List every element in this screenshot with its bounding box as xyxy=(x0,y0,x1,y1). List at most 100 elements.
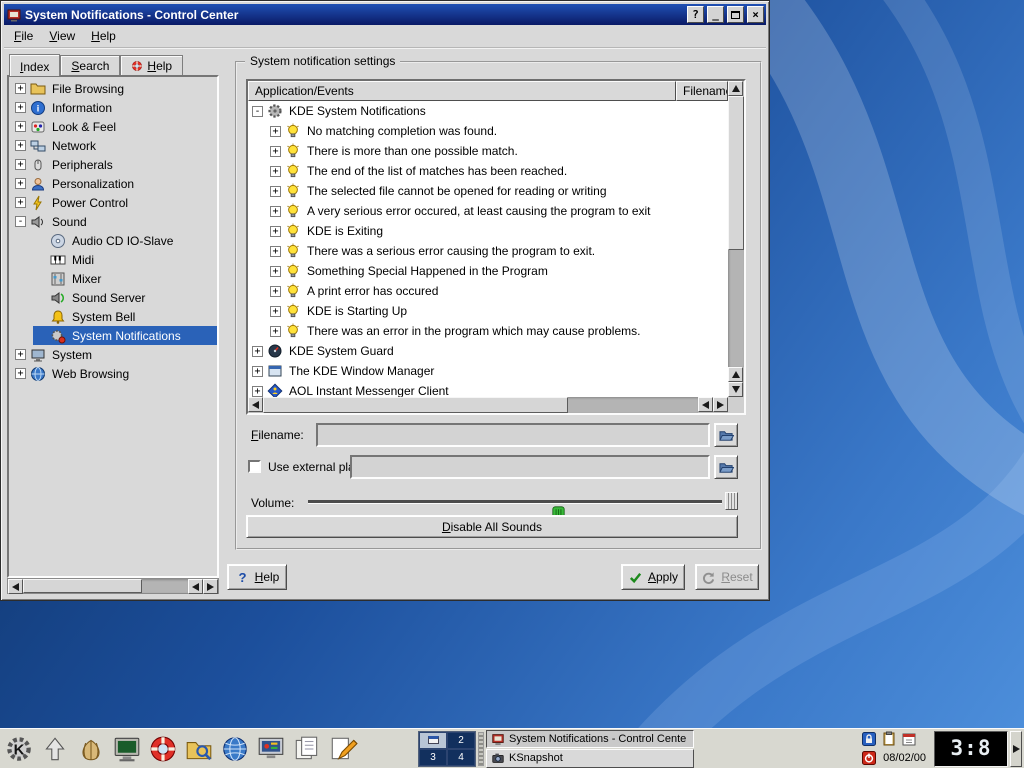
task-button-system-notifications-control-cente[interactable]: System Notifications - Control Cente xyxy=(486,730,694,749)
kcc-launcher-button[interactable] xyxy=(254,731,288,767)
pager-desktop-2[interactable]: 2 xyxy=(447,732,475,749)
tab-index[interactable]: Index xyxy=(9,54,60,76)
sidebar-item-peripherals[interactable]: +Peripherals xyxy=(9,155,217,174)
expand-icon[interactable]: + xyxy=(270,126,281,137)
external-player-browse-button[interactable] xyxy=(714,455,738,479)
context-help-button[interactable]: ? xyxy=(687,6,704,23)
scroll-down-button[interactable] xyxy=(728,382,743,397)
pager-desktop-1[interactable] xyxy=(419,732,447,749)
sidebar-item-system[interactable]: +System xyxy=(9,345,217,364)
tab-help[interactable]: Help xyxy=(120,55,183,75)
event-item-no-matching-completion-was-found[interactable]: +No matching completion was found. xyxy=(248,121,728,141)
sidebar-item-sound[interactable]: -Sound xyxy=(9,212,217,231)
scrollbar-track[interactable] xyxy=(23,579,188,593)
expand-icon[interactable]: + xyxy=(270,166,281,177)
list-vertical-scrollbar[interactable] xyxy=(728,81,744,397)
scroll-left-button[interactable] xyxy=(8,579,23,594)
expand-icon[interactable]: + xyxy=(270,326,281,337)
sidebar-item-audio-cd-io-slave[interactable]: Audio CD IO-Slave xyxy=(9,231,217,250)
scrollbar-track[interactable] xyxy=(263,397,698,413)
expand-icon[interactable]: + xyxy=(270,226,281,237)
scrollbar-track[interactable] xyxy=(728,96,744,367)
event-item-kde-is-starting-up[interactable]: +KDE is Starting Up xyxy=(248,301,728,321)
sidebar-item-midi[interactable]: Midi xyxy=(9,250,217,269)
konsole-launcher-button[interactable] xyxy=(74,731,108,767)
sidebar-item-look-feel[interactable]: +Look & Feel xyxy=(9,117,217,136)
list-horizontal-scrollbar[interactable] xyxy=(248,397,728,413)
scroll-up-button-2[interactable] xyxy=(728,367,743,382)
kmenu-launcher-button[interactable]: K xyxy=(2,731,36,767)
app-item-kde-system-notifications[interactable]: -KDE System Notifications xyxy=(248,101,728,121)
task-button-ksnapshot[interactable]: KSnapshot xyxy=(486,749,694,768)
scrollbar-thumb[interactable] xyxy=(728,96,744,250)
expand-icon[interactable]: + xyxy=(15,159,26,170)
menu-view[interactable]: View xyxy=(41,26,83,46)
scroll-right-button[interactable] xyxy=(203,579,218,594)
lock-tray-button[interactable] xyxy=(860,730,878,748)
column-filename[interactable]: Filename xyxy=(676,81,728,101)
sidebar-item-information[interactable]: +iInformation xyxy=(9,98,217,117)
event-item-something-special-happened-in-the-program[interactable]: +Something Special Happened in the Progr… xyxy=(248,261,728,281)
scroll-right-button[interactable] xyxy=(713,397,728,412)
event-item-there-is-more-than-one-possible-match[interactable]: +There is more than one possible match. xyxy=(248,141,728,161)
scroll-left-button-2[interactable] xyxy=(188,579,203,594)
expand-icon[interactable]: + xyxy=(15,102,26,113)
scroll-left-button-2[interactable] xyxy=(698,397,713,412)
scroll-up-button[interactable] xyxy=(728,81,743,96)
klipper-tray-button[interactable] xyxy=(880,730,898,748)
event-item-a-very-serious-error-occured-at-least-causing-the-program-to-exit[interactable]: +A very serious error occured, at least … xyxy=(248,201,728,221)
event-item-a-print-error-has-occured[interactable]: +A print error has occured xyxy=(248,281,728,301)
app-item-the-kde-window-manager[interactable]: +The KDE Window Manager xyxy=(248,361,728,381)
expand-icon[interactable]: + xyxy=(252,366,263,377)
apply-button[interactable]: Apply xyxy=(621,564,685,590)
filename-browse-button[interactable] xyxy=(714,423,738,447)
volume-slider-handle[interactable] xyxy=(725,492,738,510)
event-item-kde-is-exiting[interactable]: +KDE is Exiting xyxy=(248,221,728,241)
terminal-launcher-button[interactable] xyxy=(110,731,144,767)
sidebar-item-web-browsing[interactable]: +Web Browsing xyxy=(9,364,217,383)
expand-icon[interactable]: + xyxy=(15,368,26,379)
filename-input[interactable] xyxy=(316,423,710,447)
menu-file[interactable]: File xyxy=(6,26,41,46)
sidebar-item-system-bell[interactable]: System Bell xyxy=(9,307,217,326)
sidebar-item-mixer[interactable]: Mixer xyxy=(9,269,217,288)
tab-search[interactable]: Search xyxy=(60,55,120,75)
event-item-there-was-a-serious-error-causing-the-program-to-exit[interactable]: +There was a serious error causing the p… xyxy=(248,241,728,261)
maximize-button[interactable] xyxy=(727,6,744,23)
lifering-launcher-button[interactable] xyxy=(146,731,180,767)
external-player-input[interactable] xyxy=(350,455,710,479)
external-player-checkbox[interactable] xyxy=(248,460,261,473)
sidebar-item-system-notifications[interactable]: System Notifications xyxy=(9,326,217,345)
scrollbar-thumb[interactable] xyxy=(23,579,142,593)
reset-button[interactable]: Reset xyxy=(695,564,759,590)
pager-desktop-4[interactable]: 4 xyxy=(447,749,475,766)
titlebar[interactable]: System Notifications - Control Center ? … xyxy=(4,4,766,25)
disable-all-sounds-button[interactable]: Disable All Sounds xyxy=(246,515,738,538)
sidebar-item-power-control[interactable]: +Power Control xyxy=(9,193,217,212)
minimize-button[interactable]: _ xyxy=(707,6,724,23)
expand-icon[interactable]: + xyxy=(15,140,26,151)
expand-icon[interactable]: + xyxy=(270,286,281,297)
expand-icon[interactable]: + xyxy=(15,83,26,94)
expand-icon[interactable]: + xyxy=(270,266,281,277)
windowlist-launcher-button[interactable] xyxy=(38,731,72,767)
sidebar-item-sound-server[interactable]: Sound Server xyxy=(9,288,217,307)
expand-icon[interactable]: + xyxy=(252,386,263,397)
applet-handle[interactable] xyxy=(478,732,484,766)
event-item-there-was-an-error-in-the-program-which-may-cause-problems[interactable]: +There was an error in the program which… xyxy=(248,321,728,341)
expand-icon[interactable]: + xyxy=(15,349,26,360)
collapse-icon[interactable]: - xyxy=(15,216,26,227)
expand-icon[interactable]: + xyxy=(15,121,26,132)
scroll-left-button[interactable] xyxy=(248,397,263,412)
sidebar-item-personalization[interactable]: +Personalization xyxy=(9,174,217,193)
expand-icon[interactable]: + xyxy=(270,206,281,217)
digital-clock[interactable]: 3:8 xyxy=(934,731,1008,767)
expand-icon[interactable]: + xyxy=(270,246,281,257)
sidebar-item-file-browsing[interactable]: +File Browsing xyxy=(9,79,217,98)
notes-launcher-button[interactable] xyxy=(290,731,324,767)
expand-icon[interactable]: + xyxy=(270,146,281,157)
sidebar-horizontal-scrollbar[interactable] xyxy=(7,578,219,594)
app-item-aol-instant-messenger-client[interactable]: +AOL Instant Messenger Client xyxy=(248,381,728,397)
close-button[interactable]: × xyxy=(747,6,764,23)
expand-icon[interactable]: + xyxy=(270,306,281,317)
